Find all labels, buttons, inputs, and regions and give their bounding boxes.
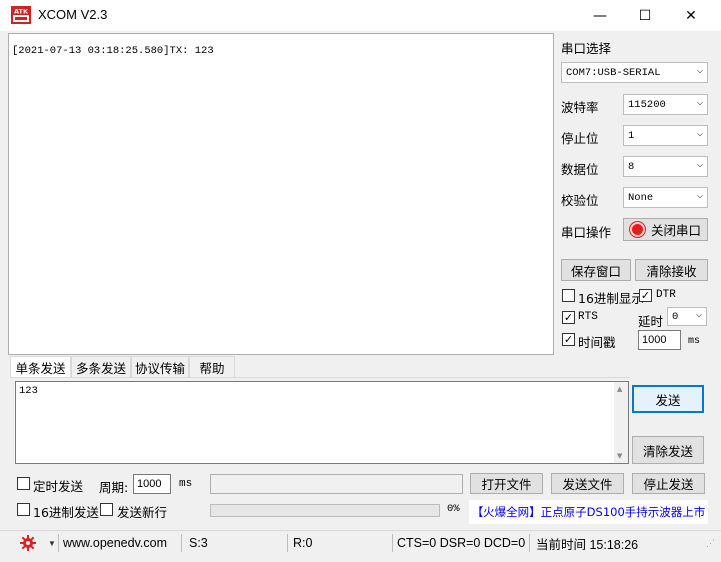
receive-text: [2021-07-13 03:18:25.580]TX: 123 (12, 45, 214, 57)
port-operation-label: 串口操作 (561, 225, 612, 240)
chevron-down-icon: ⌵ (696, 129, 703, 140)
status-bar: ▼ www.openedv.com S:3 R:0 CTS=0 DSR=0 DC… (0, 530, 721, 554)
caret-down-icon[interactable]: ▼ (48, 531, 56, 555)
modem-signals: CTS=0 DSR=0 DCD=0 (397, 536, 526, 550)
status-separator (529, 534, 530, 552)
timed-send-checkbox[interactable] (17, 477, 30, 490)
scroll-up-icon: ▲ (617, 385, 623, 393)
port-select[interactable]: COM7:USB-SERIAL ⌵ (561, 62, 708, 83)
timestamp-label: 时间戳 (578, 335, 616, 350)
data-bits-label: 数据位 (561, 162, 599, 177)
chevron-down-icon: ⌵ (696, 98, 703, 109)
receive-textarea[interactable]: [2021-07-13 03:18:25.580]TX: 123 (8, 33, 554, 355)
dtr-checkbox[interactable]: ✓ (639, 289, 652, 302)
stop-bits-value: 1 (628, 129, 635, 142)
open-file-button[interactable]: 打开文件 (470, 473, 543, 494)
tab-protocol[interactable]: 协议传输 (131, 356, 189, 378)
send-newline-label: 发送新行 (117, 505, 168, 520)
data-bits-select[interactable]: 8 ⌵ (623, 156, 708, 177)
sent-count: S:3 (189, 536, 208, 550)
parity-label: 校验位 (561, 193, 599, 208)
delay-value: 0 (672, 310, 679, 323)
chevron-down-icon: ⌵ (695, 310, 702, 321)
scroll-down-icon: ▼ (617, 452, 623, 460)
timestamp-interval-input[interactable]: 1000 (638, 330, 681, 350)
clear-receive-button[interactable]: 清除接收 (635, 259, 708, 281)
tab-multi-send[interactable]: 多条发送 (71, 356, 131, 378)
period-unit: ms (179, 478, 193, 490)
stop-send-button[interactable]: 停止发送 (632, 473, 705, 494)
port-select-value: COM7:USB-SERIAL (566, 66, 661, 79)
baud-select-value: 115200 (628, 98, 666, 111)
clear-send-button[interactable]: 清除发送 (632, 436, 704, 464)
data-bits-value: 8 (628, 160, 635, 173)
port-select-label: 串口选择 (561, 41, 612, 56)
resize-grip-icon[interactable]: ⋰ (706, 531, 715, 555)
tab-single-send[interactable]: 单条发送 (10, 356, 71, 378)
send-newline-checkbox[interactable] (100, 503, 113, 516)
window-title: XCOM V2.3 (38, 7, 108, 22)
status-separator (287, 534, 288, 552)
send-file-button[interactable]: 发送文件 (551, 473, 624, 494)
close-icon: ✕ (685, 7, 697, 24)
port-status-icon (629, 222, 645, 237)
maximize-button[interactable]: ☐ (622, 0, 668, 31)
tab-divider (10, 377, 630, 378)
delay-label: 延时 (638, 314, 664, 329)
ad-link[interactable]: 【火爆全网】正点原子DS100手持示波器上市 (469, 500, 708, 524)
hex-display-checkbox[interactable] (562, 289, 575, 302)
hex-display-label: 16进制显示 (578, 291, 644, 306)
send-textarea[interactable]: 123 ▲ ▼ (15, 381, 629, 464)
app-logo-text: ATK (14, 8, 29, 16)
dtr-label: DTR (656, 289, 676, 301)
timestamp-unit: ms (688, 336, 701, 347)
parity-select[interactable]: None ⌵ (623, 187, 708, 208)
status-separator (58, 534, 59, 552)
website-link[interactable]: www.openedv.com (63, 531, 167, 555)
status-separator (181, 534, 182, 552)
title-bar: ATK XCOM V2.3 — ☐ ✕ (0, 0, 721, 31)
hex-send-checkbox[interactable] (17, 503, 30, 516)
save-window-button[interactable]: 保存窗口 (561, 259, 631, 281)
timestamp-checkbox[interactable]: ✓ (562, 333, 575, 346)
tab-help[interactable]: 帮助 (189, 356, 235, 378)
timed-send-label: 定时发送 (33, 479, 84, 494)
stop-bits-select[interactable]: 1 ⌵ (623, 125, 708, 146)
chevron-down-icon: ⌵ (696, 191, 703, 202)
rts-label: RTS (578, 311, 598, 323)
chevron-down-icon: ⌵ (696, 66, 703, 77)
stop-bits-label: 停止位 (561, 131, 599, 146)
baud-label: 波特率 (561, 100, 599, 115)
send-button[interactable]: 发送 (632, 385, 704, 413)
hex-send-label: 16进制发送 (33, 505, 99, 520)
current-time: 当前时间 15:18:26 (536, 537, 639, 552)
status-separator (392, 534, 393, 552)
close-button[interactable]: ✕ (668, 0, 714, 31)
maximize-icon: ☐ (638, 7, 652, 24)
baud-select[interactable]: 115200 ⌵ (623, 94, 708, 115)
close-port-label: 关闭串口 (650, 223, 701, 238)
file-path-field[interactable] (210, 474, 463, 494)
settings-gear-icon[interactable] (20, 531, 36, 555)
delay-select[interactable]: 0 ⌵ (667, 307, 707, 326)
minimize-button[interactable]: — (577, 0, 623, 31)
send-progress-text: 0% (447, 503, 460, 515)
send-text: 123 (19, 385, 38, 397)
period-input[interactable]: 1000 (133, 474, 171, 494)
app-logo-icon: ATK (11, 6, 31, 24)
chevron-down-icon: ⌵ (696, 160, 703, 171)
rts-checkbox[interactable]: ✓ (562, 311, 575, 324)
received-count: R:0 (293, 536, 313, 550)
minimize-icon: — (593, 7, 607, 24)
parity-value: None (628, 191, 654, 204)
period-label: 周期: (99, 480, 129, 495)
send-progress-bar (210, 504, 440, 517)
send-scrollbar[interactable]: ▲ ▼ (614, 382, 628, 463)
close-port-button[interactable]: 关闭串口 (623, 218, 708, 241)
